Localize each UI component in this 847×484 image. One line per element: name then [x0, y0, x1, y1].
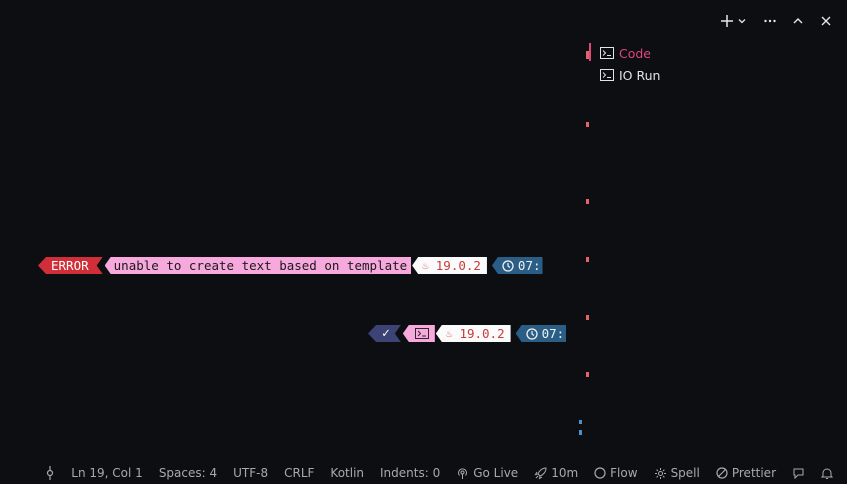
plus-icon: [721, 15, 733, 27]
terminal-tab-list: Code IO Run: [588, 42, 660, 86]
spaces-label: Spaces: 4: [158, 466, 218, 480]
more-actions-button[interactable]: [763, 14, 777, 28]
indents-label: Indents: 0: [380, 466, 441, 480]
overview-marker: [586, 51, 589, 59]
end-of-line[interactable]: CRLF: [284, 466, 314, 480]
prettier-label: Prettier: [731, 466, 776, 480]
git-commit-icon: [47, 466, 54, 480]
chevron-up-icon: [793, 18, 803, 24]
terminal-tab-io-run[interactable]: IO Run: [588, 64, 660, 86]
terminal-icon: [600, 69, 614, 81]
chevron-down-icon[interactable]: [737, 16, 747, 26]
rocket-icon: [534, 466, 547, 480]
error-status-label: ERROR: [51, 258, 89, 273]
eol-label: CRLF: [284, 466, 315, 480]
indents-status[interactable]: Indents: 0: [380, 466, 440, 480]
broadcast-icon: [458, 467, 468, 479]
prompt-line-error: ERROR unable to create text based on tem…: [38, 257, 543, 274]
time-value: 07:: [541, 326, 565, 341]
timer-status[interactable]: 10m: [534, 466, 578, 480]
error-message: unable to create text based on template: [113, 258, 408, 273]
java-icon: ♨: [422, 259, 429, 272]
overview-marker: [586, 199, 589, 204]
encoding-label: UTF-8: [233, 466, 269, 480]
spell-check-status[interactable]: Spell: [654, 466, 700, 480]
cursor-position[interactable]: Ln 19, Col 1: [71, 466, 143, 480]
git-commit-status[interactable]: [45, 466, 55, 480]
circle-icon: [594, 467, 606, 479]
close-panel-button[interactable]: [819, 14, 833, 28]
terminal-tab-code[interactable]: Code: [588, 42, 660, 64]
terminal-tab-label: Code: [619, 45, 652, 61]
maximize-panel-button[interactable]: [791, 14, 805, 28]
cursor-position-label: Ln 19, Col 1: [71, 466, 143, 480]
go-live-label: Go Live: [473, 466, 519, 480]
flow-status[interactable]: Flow: [594, 466, 638, 480]
prettier-status[interactable]: Prettier: [716, 466, 776, 480]
error-status-segment: ERROR: [38, 257, 103, 274]
indentation-spaces[interactable]: Spaces: 4: [159, 466, 217, 480]
java-version: 19.0.2: [435, 258, 481, 273]
time-segment: 07:: [515, 325, 567, 342]
notifications-button[interactable]: [821, 467, 833, 480]
prohibited-icon: [716, 467, 728, 479]
terminal-icon: [600, 47, 614, 59]
time-segment: 07:: [491, 257, 543, 274]
clock-icon: [525, 327, 538, 340]
status-bar: Ln 19, Col 1 Spaces: 4 UTF-8 CRLF Kotlin…: [0, 462, 847, 484]
overview-marker: [586, 257, 589, 262]
overview-marker: [579, 420, 582, 424]
check-icon: ✓: [382, 326, 390, 341]
terminal-tab-label: IO Run: [619, 67, 661, 83]
spell-label: Spell: [670, 466, 700, 480]
language-mode[interactable]: Kotlin: [330, 466, 364, 480]
clock-icon: [502, 259, 514, 272]
flow-label: Flow: [610, 466, 638, 480]
java-version-segment: ♨ 19.0.2: [435, 325, 511, 342]
java-icon: ♨: [445, 327, 453, 340]
java-version-segment: ♨ 19.0.2: [412, 257, 487, 274]
bell-icon: [821, 468, 833, 479]
terminal-icon: [414, 328, 429, 339]
file-encoding[interactable]: UTF-8: [233, 466, 268, 480]
success-status-segment: ✓: [368, 325, 401, 342]
go-live-button[interactable]: Go Live: [456, 466, 518, 480]
gear-icon: [654, 467, 666, 479]
overview-marker: [579, 430, 582, 435]
time-value: 07:: [517, 258, 541, 273]
terminal-toolbar: [720, 14, 833, 28]
prompt-line-ok: ✓ ♨ 19.0.2 07:: [368, 325, 567, 342]
overview-marker: [586, 122, 589, 127]
feedback-icon: [793, 468, 804, 479]
timer-label: 10m: [551, 466, 579, 480]
feedback-button[interactable]: [792, 467, 805, 480]
java-version: 19.0.2: [459, 326, 505, 341]
language-label: Kotlin: [330, 466, 365, 480]
terminal-segment: [402, 325, 435, 342]
error-message-segment: unable to create text based on template: [104, 257, 412, 274]
overview-marker: [586, 372, 589, 377]
close-icon: [821, 16, 831, 26]
new-terminal-button[interactable]: [720, 14, 747, 28]
ellipsis-icon: [764, 19, 776, 23]
overview-marker: [586, 315, 589, 320]
